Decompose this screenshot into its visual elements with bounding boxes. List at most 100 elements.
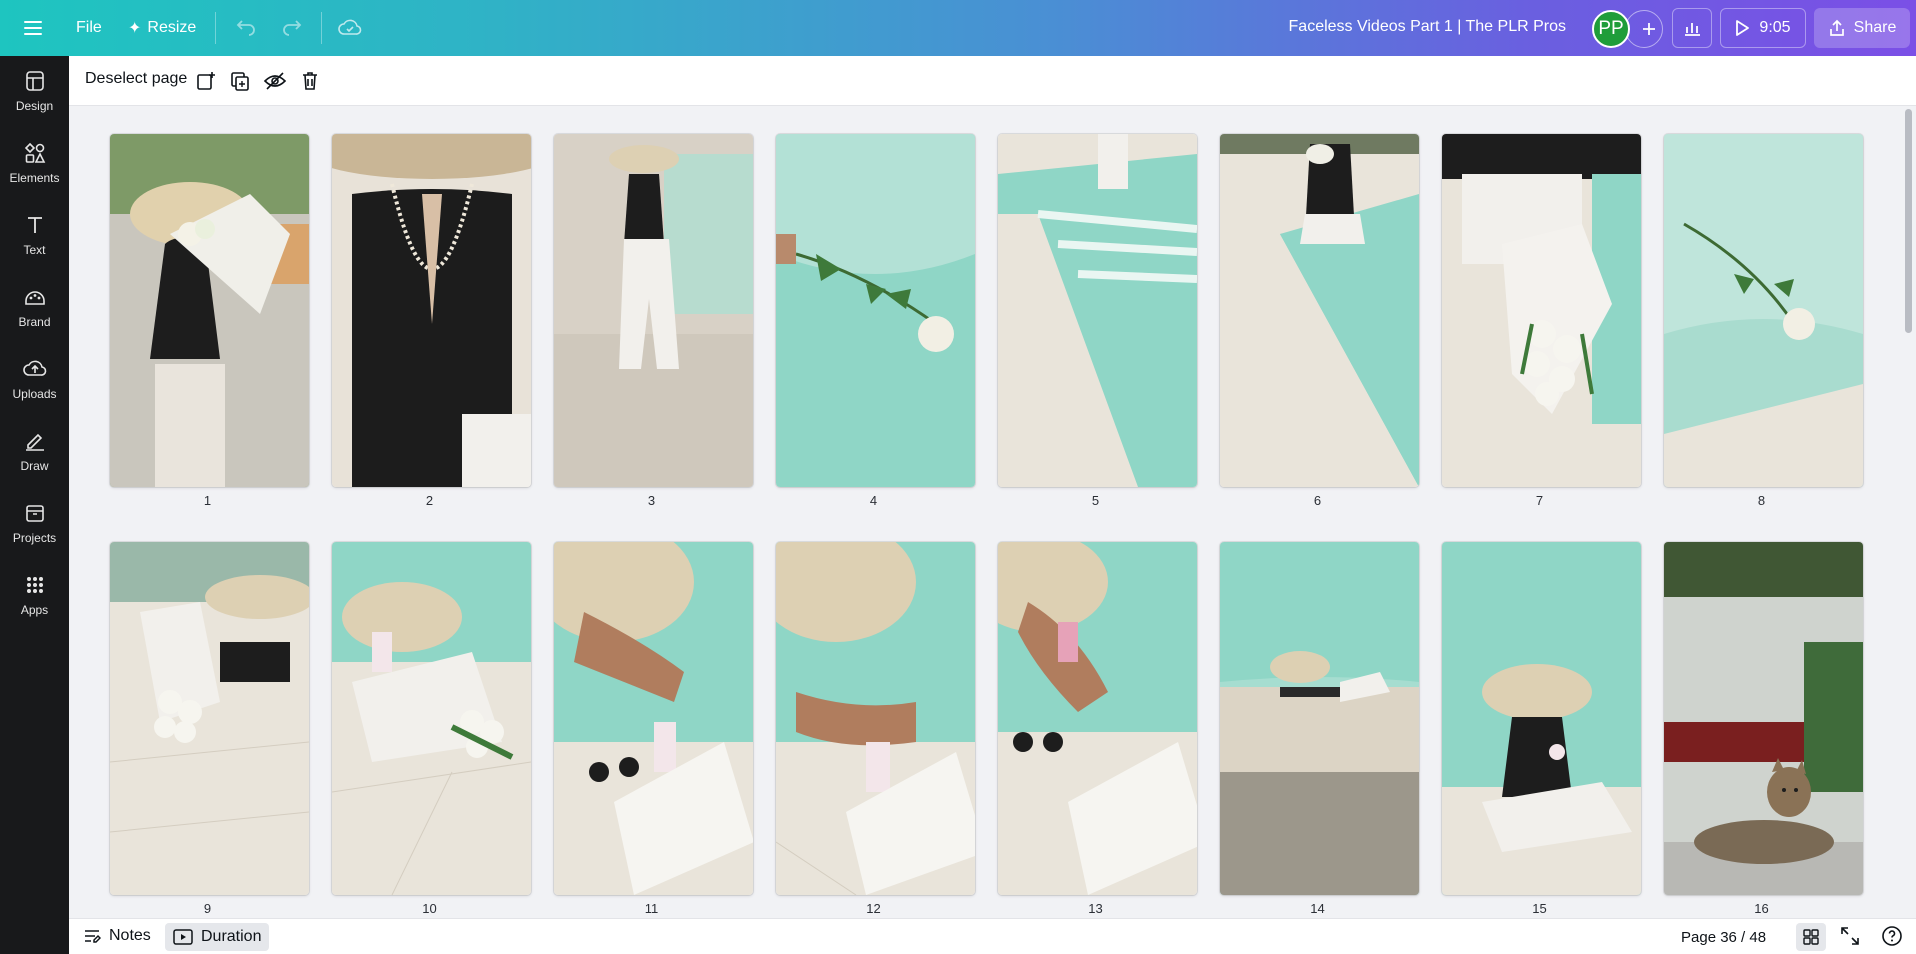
page-thumbnail[interactable] xyxy=(776,134,975,487)
menu-icon[interactable] xyxy=(15,10,51,46)
hide-page-icon[interactable] xyxy=(262,68,288,94)
analytics-button[interactable] xyxy=(1672,8,1712,48)
page-thumbnail[interactable] xyxy=(1220,542,1419,895)
document-title[interactable]: Faceless Videos Part 1 | The PLR Pros xyxy=(1289,18,1566,36)
bottom-bar: Notes Duration Page 36 / 48 xyxy=(69,918,1916,954)
page-thumbnail[interactable] xyxy=(554,134,753,487)
elements-icon xyxy=(24,142,45,163)
undo-icon[interactable] xyxy=(228,10,264,46)
page-thumbnail[interactable] xyxy=(776,542,975,895)
delete-page-icon[interactable] xyxy=(297,68,323,94)
uploads-icon xyxy=(22,360,46,376)
notes-icon xyxy=(85,930,101,943)
add-collaborator-button[interactable] xyxy=(1625,10,1663,48)
share-icon xyxy=(1829,19,1844,36)
resize-label: Resize xyxy=(147,19,197,36)
bar-chart-icon xyxy=(1685,23,1700,36)
sparkle-icon: ✦ xyxy=(128,20,142,37)
vertical-scrollbar[interactable] xyxy=(1905,109,1912,333)
page-number: 2 xyxy=(425,493,434,508)
text-icon xyxy=(27,217,42,233)
page-photo xyxy=(998,542,1197,895)
page-thumbnail[interactable] xyxy=(332,134,531,487)
page-thumbnail[interactable] xyxy=(110,134,309,487)
page-photo xyxy=(332,542,531,895)
add-page-icon[interactable] xyxy=(193,68,219,94)
page-number: 3 xyxy=(647,493,656,508)
page-thumbnail[interactable] xyxy=(554,542,753,895)
page-thumbnail[interactable] xyxy=(1664,542,1863,895)
notes-label: Notes xyxy=(109,927,151,944)
page-grid: 1 2 3 4 5 6 7 8 9 10 11 12 13 14 15 16 xyxy=(69,107,1904,918)
page-photo xyxy=(1664,134,1863,487)
page-photo xyxy=(110,134,309,487)
page-number: 6 xyxy=(1313,493,1322,508)
fullscreen-icon[interactable] xyxy=(1839,925,1861,952)
page-photo xyxy=(332,134,531,487)
page-photo xyxy=(1664,542,1863,895)
page-number: 8 xyxy=(1757,493,1766,508)
page-photo xyxy=(554,134,753,487)
present-play-button[interactable]: 9:05 xyxy=(1720,8,1806,48)
sidebar-item-projects[interactable]: Projects xyxy=(0,490,69,556)
duplicate-page-icon[interactable] xyxy=(227,68,253,94)
page-photo xyxy=(1220,542,1419,895)
page-number: 1 xyxy=(203,493,212,508)
page-photo xyxy=(998,134,1197,487)
page-photo xyxy=(1442,134,1641,487)
deselect-page-button[interactable]: Deselect page xyxy=(85,70,187,88)
notes-button[interactable]: Notes xyxy=(83,927,151,945)
page-number: 10 xyxy=(422,901,437,916)
page-thumbnail[interactable] xyxy=(998,134,1197,487)
page-photo xyxy=(1220,134,1419,487)
draw-icon xyxy=(25,433,44,451)
page-thumbnail[interactable] xyxy=(110,542,309,895)
page-thumbnail[interactable] xyxy=(1664,134,1863,487)
page-thumbnail[interactable] xyxy=(332,542,531,895)
sidebar-item-label: Design xyxy=(15,99,54,113)
page-number: 14 xyxy=(1310,901,1325,916)
page-photo xyxy=(110,542,309,895)
share-label: Share xyxy=(1853,19,1897,36)
avatar[interactable]: PP xyxy=(1592,10,1630,48)
grid-icon xyxy=(1803,929,1819,945)
page-thumbnail[interactable] xyxy=(998,542,1197,895)
duration-button[interactable]: Duration xyxy=(165,923,270,951)
sidebar-item-design[interactable]: Design xyxy=(0,58,69,124)
page-thumbnail[interactable] xyxy=(1442,542,1641,895)
sidebar-item-uploads[interactable]: Uploads xyxy=(0,346,69,412)
page-thumbnail[interactable] xyxy=(1442,134,1641,487)
sidebar-item-label: Text xyxy=(23,243,46,257)
resize-button[interactable]: ✦ Resize xyxy=(118,10,206,46)
sidebar-item-draw[interactable]: Draw xyxy=(0,418,69,484)
page-number: 12 xyxy=(866,901,881,916)
grid-view-button[interactable] xyxy=(1796,923,1826,951)
projects-icon xyxy=(25,505,44,522)
sidebar-item-label: Elements xyxy=(9,171,60,185)
page-number: 5 xyxy=(1091,493,1100,508)
page-indicator[interactable]: Page 36 / 48 xyxy=(1681,929,1766,946)
page-photo xyxy=(554,542,753,895)
page-photo xyxy=(776,542,975,895)
page-number: 11 xyxy=(644,901,659,916)
page-number: 7 xyxy=(1535,493,1544,508)
divider xyxy=(321,12,322,44)
sidebar-item-brand[interactable]: Brand xyxy=(0,274,69,340)
duration-label: Duration xyxy=(201,928,262,945)
page-number: 9 xyxy=(203,901,212,916)
sidebar-item-apps[interactable]: Apps xyxy=(0,562,69,628)
left-sidebar: Design Elements Text Brand Uploads Draw … xyxy=(0,56,69,954)
sidebar-item-label: Draw xyxy=(20,459,49,473)
file-menu-button[interactable]: File xyxy=(66,10,112,46)
redo-icon[interactable] xyxy=(274,10,310,46)
apps-icon xyxy=(26,577,43,593)
page-number: 4 xyxy=(869,493,878,508)
cloud-saved-icon[interactable] xyxy=(332,10,368,46)
help-icon[interactable] xyxy=(1881,925,1903,952)
brand-icon xyxy=(24,291,45,305)
sidebar-item-text[interactable]: Text xyxy=(0,202,69,268)
sidebar-item-elements[interactable]: Elements xyxy=(0,130,69,196)
share-button[interactable]: Share xyxy=(1814,8,1910,48)
page-number: 13 xyxy=(1088,901,1103,916)
page-thumbnail[interactable] xyxy=(1220,134,1419,487)
